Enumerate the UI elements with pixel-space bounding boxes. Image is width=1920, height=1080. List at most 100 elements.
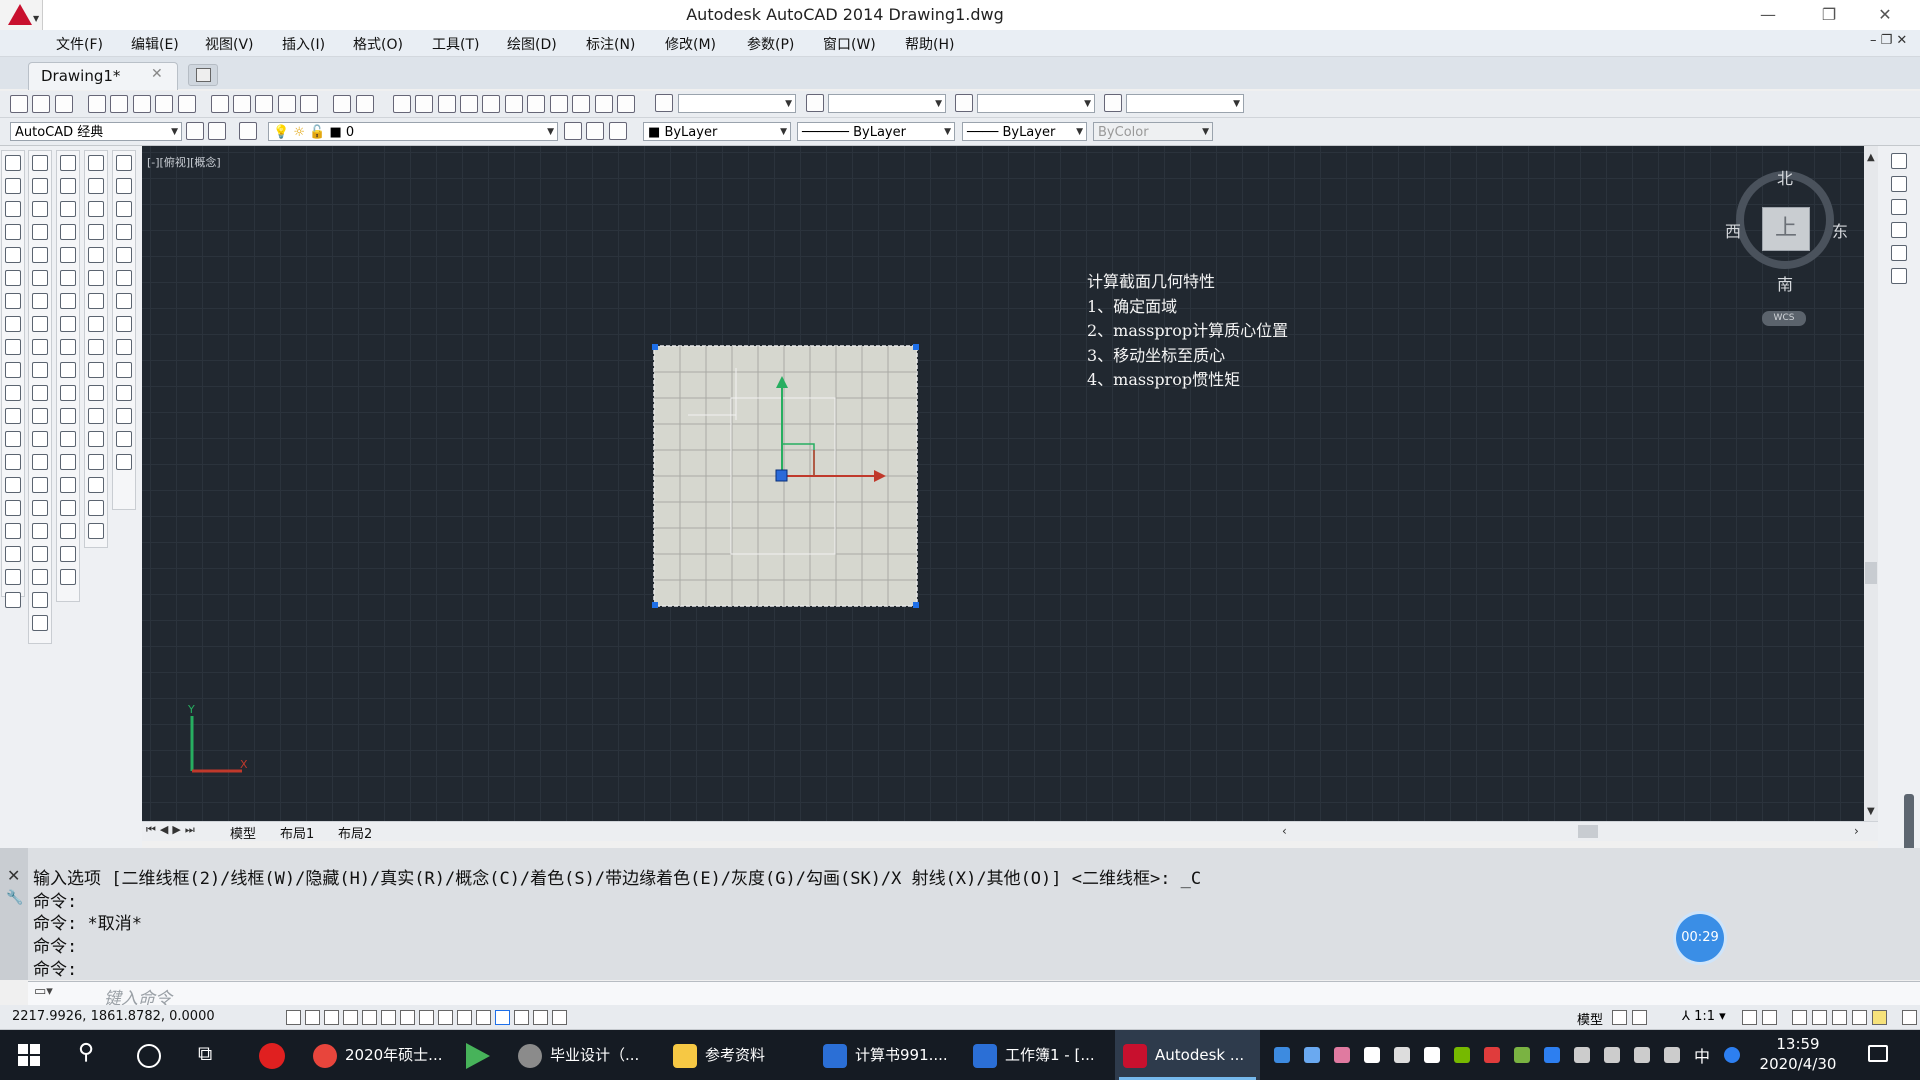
- make-current-icon[interactable]: [564, 122, 582, 140]
- break-at-point-icon[interactable]: [88, 408, 104, 424]
- volume-icon[interactable]: [1664, 1047, 1680, 1063]
- dynamic-ucs-icon[interactable]: [438, 1010, 453, 1025]
- security-icon[interactable]: [1424, 1047, 1440, 1063]
- sphere-icon[interactable]: [60, 224, 76, 240]
- scale-icon[interactable]: [88, 316, 104, 332]
- netease-music-icon[interactable]: [259, 1043, 285, 1069]
- design-center-icon[interactable]: [504, 95, 523, 113]
- grid-display-icon[interactable]: [324, 1010, 339, 1025]
- gradient-icon[interactable]: [5, 500, 21, 516]
- point-icon[interactable]: [5, 454, 21, 470]
- taskbar-clock[interactable]: 13:59 2020/4/30: [1750, 1034, 1846, 1074]
- material-icon[interactable]: [116, 408, 132, 424]
- zoom-previous-icon[interactable]: [459, 95, 478, 113]
- object-snap-tracking-icon[interactable]: [419, 1010, 434, 1025]
- layout-viewport-icon[interactable]: [1891, 268, 1907, 284]
- zoom-realtime-icon[interactable]: [415, 95, 434, 113]
- minimize-button[interactable]: —: [1745, 0, 1791, 30]
- auto-scale-icon[interactable]: [1762, 1010, 1777, 1025]
- cut-icon[interactable]: [210, 95, 229, 113]
- 3d-rotate-icon[interactable]: [60, 569, 76, 585]
- doc-window-controls[interactable]: – ❐ ✕: [1870, 33, 1907, 48]
- copy-icon[interactable]: [232, 95, 251, 113]
- center-mark-icon[interactable]: [32, 477, 48, 493]
- rectangle-icon[interactable]: [5, 247, 21, 263]
- scroll-down-icon[interactable]: ▼: [1867, 806, 1875, 817]
- nvidia-icon[interactable]: [1454, 1047, 1470, 1063]
- render-icon[interactable]: [116, 454, 132, 470]
- scale-viewport-icon[interactable]: [1891, 222, 1907, 238]
- viewcube-south[interactable]: 南: [1777, 271, 1793, 295]
- annotation-scale[interactable]: ⅄ 1:1 ▾: [1682, 1009, 1726, 1024]
- save-icon[interactable]: [54, 95, 73, 113]
- text-style-small-icon[interactable]: [116, 270, 132, 286]
- close-button[interactable]: ✕: [1862, 0, 1908, 30]
- pyramid-icon[interactable]: [60, 293, 76, 309]
- baseline-icon[interactable]: [32, 362, 48, 378]
- layer-properties-icon[interactable]: [239, 122, 258, 140]
- bluetooth-icon[interactable]: [1544, 1047, 1560, 1063]
- angular-icon[interactable]: [32, 316, 48, 332]
- grip-top-right[interactable]: [913, 344, 919, 350]
- plotstyle-select[interactable]: ByColor ▼: [1093, 122, 1213, 141]
- viewport-clip-icon[interactable]: [1891, 199, 1907, 215]
- taskbar-app-word[interactable]: 计算书991....: [815, 1030, 960, 1080]
- tab-drawing1[interactable]: Drawing1* ✕: [28, 62, 178, 90]
- workspace-select[interactable]: AutoCAD 经典 ▼: [10, 122, 182, 141]
- selection-cycling-icon[interactable]: [533, 1010, 548, 1025]
- table-style-icon[interactable]: [955, 94, 973, 116]
- text-style-icon[interactable]: [655, 94, 673, 116]
- jogged-linear-icon[interactable]: [32, 523, 48, 539]
- snap-mode-icon[interactable]: [305, 1010, 320, 1025]
- tab-model[interactable]: 模型: [230, 823, 256, 842]
- quickcalc-icon[interactable]: [594, 95, 613, 113]
- spline-icon[interactable]: [5, 339, 21, 355]
- publish-icon[interactable]: [132, 95, 151, 113]
- grip-bottom-left[interactable]: [652, 602, 658, 608]
- union-icon[interactable]: [60, 477, 76, 493]
- ortho-mode-icon[interactable]: [343, 1010, 358, 1025]
- move-icon[interactable]: [88, 270, 104, 286]
- wedge-icon[interactable]: [60, 178, 76, 194]
- isolate-objects-icon[interactable]: [1852, 1010, 1867, 1025]
- lightbulb-status-icon[interactable]: [1872, 1010, 1887, 1025]
- taskbar-app-workbook[interactable]: 工作簿1 - [...: [965, 1030, 1110, 1080]
- menu-help[interactable]: 帮助(H): [905, 34, 954, 54]
- vertical-scrollbar[interactable]: ▲ ▼: [1864, 146, 1878, 821]
- ime-indicator[interactable]: 中: [1694, 1043, 1710, 1067]
- polar-tracking-icon[interactable]: [362, 1010, 377, 1025]
- quick-view-drawings-icon[interactable]: [1632, 1010, 1647, 1025]
- layer-previous-icon[interactable]: [586, 122, 605, 140]
- menu-draw[interactable]: 绘图(D): [507, 34, 557, 54]
- qq-icon[interactable]: [1484, 1047, 1500, 1063]
- notification-center-icon[interactable]: [1868, 1045, 1888, 1062]
- named-views-icon[interactable]: [1891, 176, 1907, 192]
- markup-icon[interactable]: [572, 95, 591, 113]
- search-icon[interactable]: ⚲: [78, 1040, 94, 1065]
- table-style-select[interactable]: ▼: [977, 94, 1095, 113]
- circle-icon[interactable]: [5, 293, 21, 309]
- blend-icon[interactable]: [88, 523, 104, 539]
- taskbar-app-chrome[interactable]: 2020年硕士...: [305, 1030, 450, 1080]
- diameter-icon[interactable]: [32, 293, 48, 309]
- box-icon[interactable]: [60, 155, 76, 171]
- menu-format[interactable]: 格式(O): [353, 34, 403, 54]
- planar-surface-icon[interactable]: [60, 339, 76, 355]
- menu-tools[interactable]: 工具(T): [432, 34, 479, 54]
- erase-icon[interactable]: [88, 155, 104, 171]
- viewport-icon[interactable]: [1891, 153, 1907, 169]
- color-select[interactable]: ■ ByLayer ▼: [643, 122, 791, 141]
- linear-dim-icon[interactable]: [32, 155, 48, 171]
- dynamic-input-icon[interactable]: [457, 1010, 472, 1025]
- match-properties-icon[interactable]: [277, 95, 296, 113]
- restore-button[interactable]: ❐: [1806, 0, 1852, 30]
- tool-palettes-icon[interactable]: [527, 95, 546, 113]
- sweep-icon[interactable]: [60, 408, 76, 424]
- continue-icon[interactable]: [32, 385, 48, 401]
- ordinate-icon[interactable]: [32, 224, 48, 240]
- viewcube-west[interactable]: 西: [1725, 218, 1741, 242]
- scroll-left-icon[interactable]: ‹: [1282, 824, 1287, 838]
- shield-icon[interactable]: [1304, 1047, 1320, 1063]
- multileader-style-icon[interactable]: [1104, 94, 1122, 116]
- annotation-monitor-icon[interactable]: [552, 1010, 567, 1025]
